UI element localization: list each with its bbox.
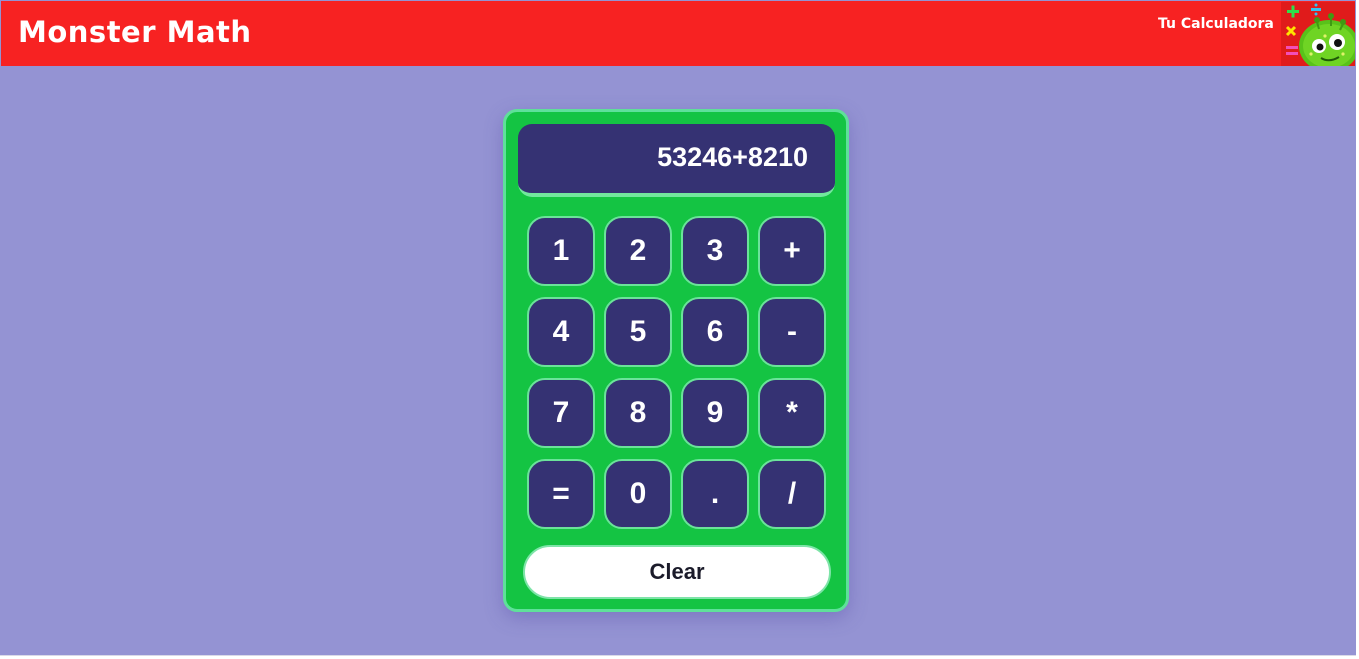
- key-plus[interactable]: +: [758, 216, 826, 286]
- key-divide[interactable]: /: [758, 459, 826, 529]
- key-7[interactable]: 7: [527, 378, 595, 448]
- key-2[interactable]: 2: [604, 216, 672, 286]
- key-decimal[interactable]: .: [681, 459, 749, 529]
- page-background: Monster Math Tu Calculadora 53246+8210 1…: [0, 0, 1356, 656]
- key-multiply[interactable]: *: [758, 378, 826, 448]
- key-minus[interactable]: -: [758, 297, 826, 367]
- key-5[interactable]: 5: [604, 297, 672, 367]
- app-header: Monster Math Tu Calculadora: [1, 1, 1355, 66]
- calculator-display: 53246+8210: [518, 124, 835, 197]
- calculator: 53246+8210 1 2 3 + 4 5 6 - 7 8 9 * = 0 .…: [503, 109, 849, 612]
- key-1[interactable]: 1: [527, 216, 595, 286]
- key-9[interactable]: 9: [681, 378, 749, 448]
- clear-button[interactable]: Clear: [523, 545, 831, 599]
- brand-title: Monster Math: [18, 15, 252, 49]
- key-4[interactable]: 4: [527, 297, 595, 367]
- key-0[interactable]: 0: [604, 459, 672, 529]
- key-6[interactable]: 6: [681, 297, 749, 367]
- monster-logo-icon: [1281, 2, 1355, 66]
- keypad: 1 2 3 + 4 5 6 - 7 8 9 * = 0 . /: [527, 216, 829, 529]
- tagline: Tu Calculadora: [1158, 16, 1274, 32]
- key-8[interactable]: 8: [604, 378, 672, 448]
- key-equals[interactable]: =: [527, 459, 595, 529]
- key-3[interactable]: 3: [681, 216, 749, 286]
